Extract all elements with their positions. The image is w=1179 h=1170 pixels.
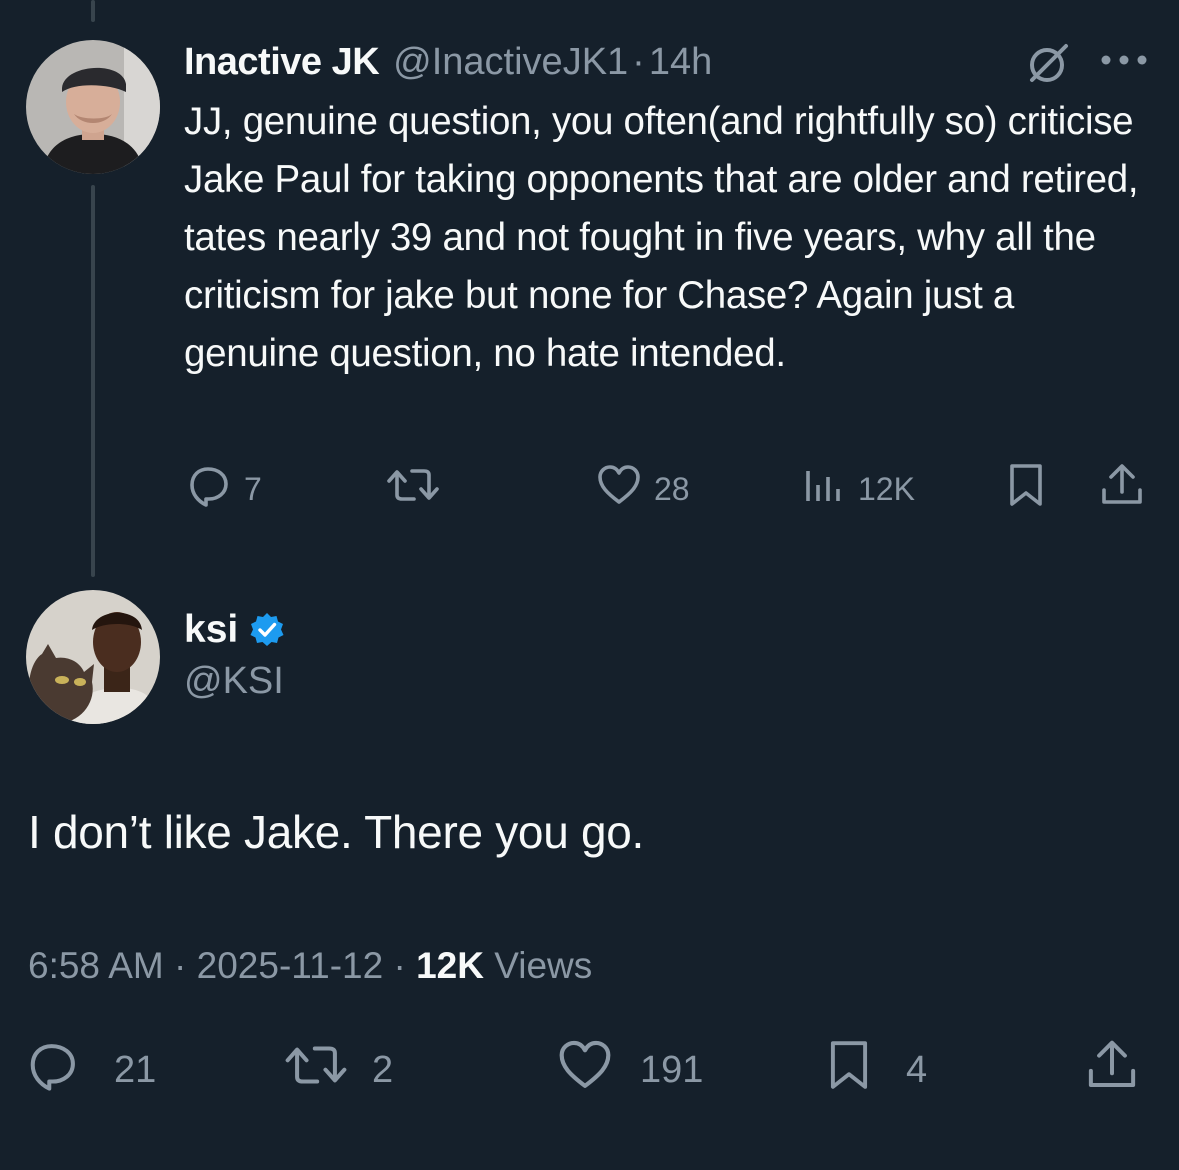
more-icon[interactable]	[1098, 50, 1150, 75]
reply-retweet-count: 2	[372, 1048, 394, 1091]
retweet-icon	[284, 1039, 348, 1101]
reply-bookmark-button[interactable]: 4	[826, 1041, 928, 1098]
reply-icon	[28, 1039, 80, 1101]
share-icon	[1086, 1038, 1138, 1102]
reply-tweet-text: I don’t like Jake. There you go.	[28, 806, 645, 858]
parent-views-count: 12K	[858, 470, 915, 507]
parent-bookmark-button[interactable]	[1006, 464, 1046, 512]
meta-separator: ·	[174, 945, 187, 986]
reply-date[interactable]: 2025-11-12	[197, 945, 384, 986]
like-icon	[556, 1038, 614, 1102]
thread-line-top	[91, 0, 95, 22]
parent-share-button[interactable]	[1100, 464, 1144, 512]
reply-views-label: Views	[494, 945, 593, 986]
parent-author-handle[interactable]: @InactiveJK1	[393, 41, 628, 84]
reply-views-count: 12K	[416, 945, 484, 986]
parent-tweet-text: JJ, genuine question, you often(and righ…	[184, 100, 1139, 375]
reply-like-count: 191	[640, 1048, 704, 1091]
views-icon	[802, 463, 846, 515]
parent-like-button[interactable]: 28	[596, 463, 690, 515]
parent-reply-count: 7	[244, 470, 262, 507]
parent-reply-button[interactable]: 7	[188, 466, 262, 512]
parent-like-count: 28	[654, 470, 690, 507]
retweet-icon	[386, 463, 440, 515]
reply-retweet-button[interactable]: 2	[284, 1042, 393, 1098]
share-icon	[1100, 462, 1144, 516]
parent-views-button[interactable]: 12K	[802, 466, 915, 512]
bookmark-icon	[1006, 462, 1046, 516]
reply-like-button[interactable]: 191	[556, 1040, 704, 1098]
parent-avatar[interactable]	[26, 40, 160, 174]
reply-author-name[interactable]: ksi	[184, 608, 238, 652]
parent-separator: ·	[632, 40, 645, 83]
reply-author-handle[interactable]: @KSI	[184, 660, 284, 703]
meta-separator: ·	[393, 945, 406, 986]
parent-header: Inactive JK @InactiveJK1 · 14h	[184, 38, 712, 86]
reply-reply-button[interactable]: 21	[28, 1042, 156, 1098]
parent-timestamp[interactable]: 14h	[649, 41, 712, 84]
verified-badge-icon[interactable]	[248, 611, 286, 649]
thread-line	[91, 185, 95, 577]
parent-author-name[interactable]: Inactive JK	[184, 41, 380, 84]
reply-bookmark-count: 4	[906, 1048, 928, 1091]
reply-icon	[188, 463, 232, 515]
bookmark-icon	[826, 1037, 872, 1103]
like-icon	[596, 463, 642, 515]
reply-avatar[interactable]	[26, 590, 160, 724]
reply-time[interactable]: 6:58 AM	[28, 945, 164, 986]
reply-share-button[interactable]	[1086, 1040, 1138, 1098]
grok-icon[interactable]	[1026, 42, 1070, 91]
reply-meta: 6:58 AM · 2025-11-12 · 12K Views	[28, 945, 592, 987]
parent-retweet-button[interactable]	[386, 466, 440, 512]
reply-reply-count: 21	[114, 1048, 157, 1091]
reply-author-line: ksi	[184, 604, 286, 656]
